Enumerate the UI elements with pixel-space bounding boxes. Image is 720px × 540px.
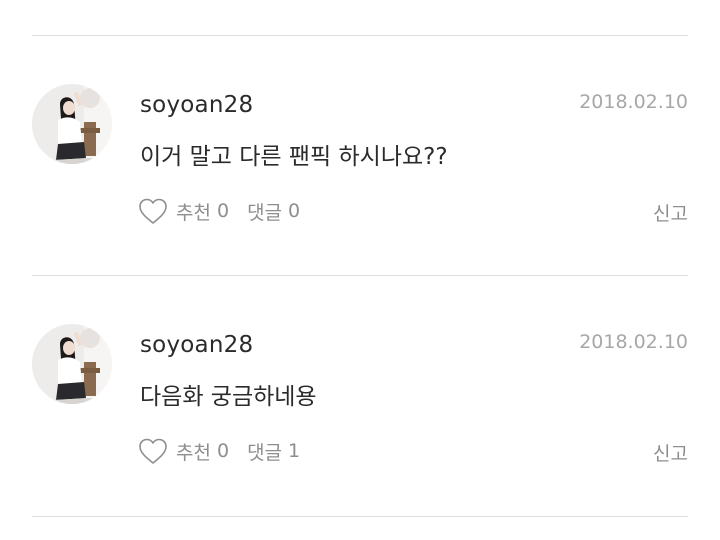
- comment-text: 이거 말고 다른 팬픽 하시나요??: [140, 144, 448, 170]
- like-count: 0: [216, 200, 230, 222]
- like-count: 0: [216, 440, 230, 462]
- comment-date: 2018.02.10: [579, 331, 688, 353]
- report-button[interactable]: 신고: [653, 439, 688, 466]
- comment-actions: 추천 0 댓글 1: [138, 436, 300, 466]
- like-label[interactable]: 추천: [176, 198, 211, 225]
- comment-date: 2018.02.10: [579, 91, 688, 113]
- reply-count: 0: [288, 200, 301, 222]
- username[interactable]: soyoan28: [140, 92, 253, 118]
- comment-list: soyoan28 2018.02.10 이거 말고 다른 팬픽 하시나요?? 추…: [0, 0, 720, 540]
- comment-item: soyoan28 2018.02.10 다음화 궁금하네용 추천 0 댓글 1 …: [0, 240, 720, 480]
- reply-label[interactable]: 댓글: [247, 198, 282, 225]
- reply-label[interactable]: 댓글: [247, 438, 282, 465]
- like-label[interactable]: 추천: [176, 438, 211, 465]
- username[interactable]: soyoan28: [140, 332, 253, 358]
- comment-actions: 추천 0 댓글 0: [138, 196, 300, 226]
- comment-text: 다음화 궁금하네용: [140, 384, 317, 410]
- avatar[interactable]: [32, 84, 112, 164]
- heart-outline-icon[interactable]: [138, 437, 168, 465]
- comment-item: soyoan28 2018.02.10 이거 말고 다른 팬픽 하시나요?? 추…: [0, 0, 720, 240]
- reply-count: 1: [288, 440, 301, 462]
- divider: [32, 516, 688, 517]
- report-button[interactable]: 신고: [653, 199, 688, 226]
- avatar[interactable]: [32, 324, 112, 404]
- heart-outline-icon[interactable]: [138, 197, 168, 225]
